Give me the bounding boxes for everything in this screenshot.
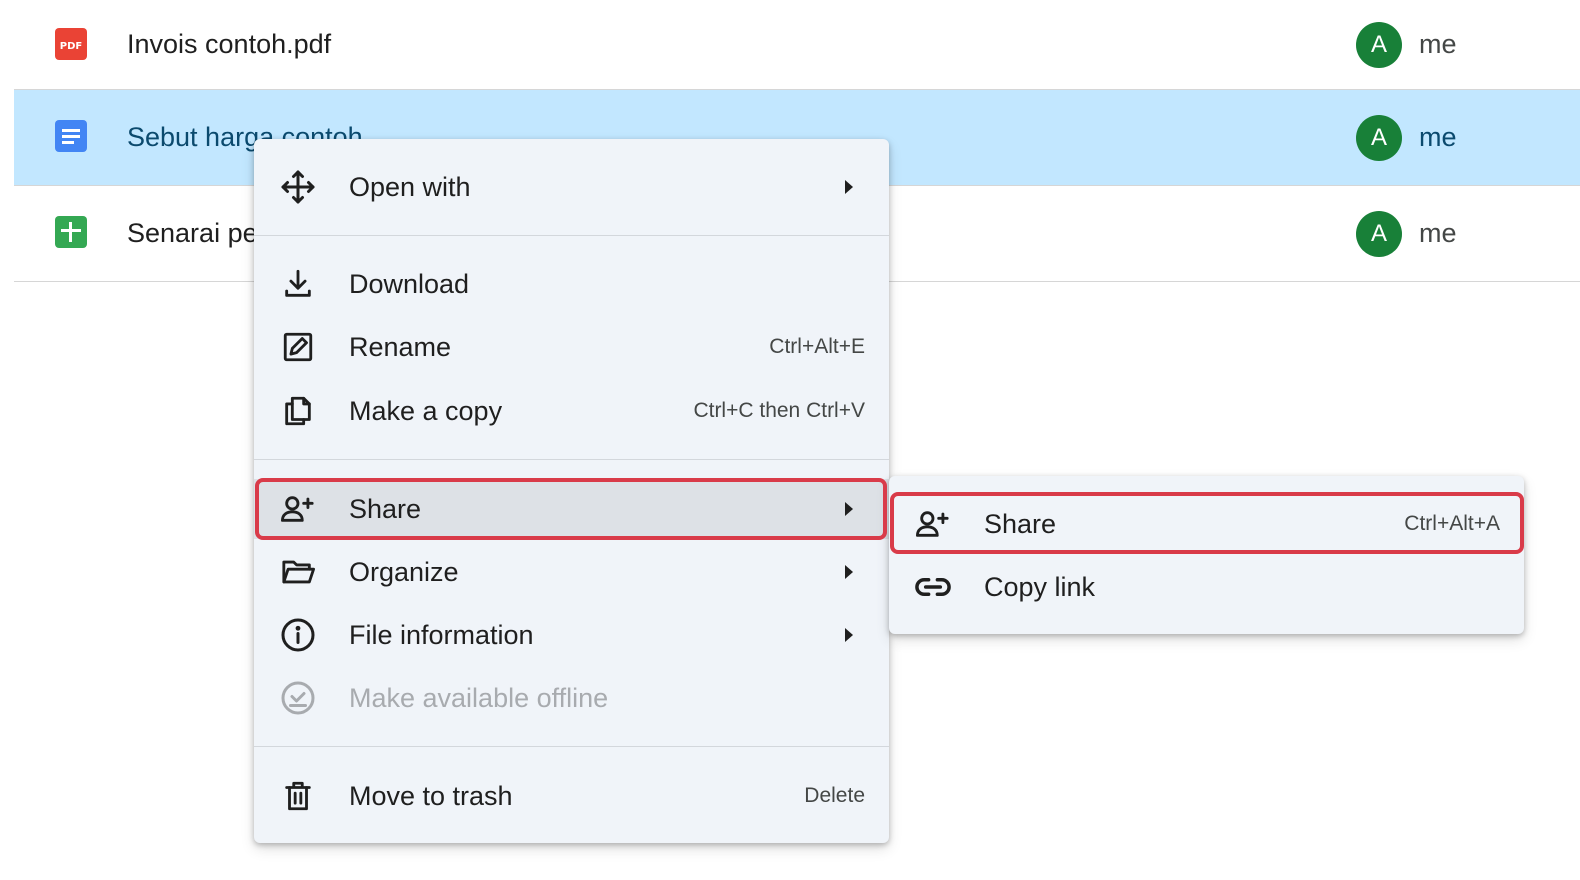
menu-item-open-with[interactable]: Open with xyxy=(254,157,889,217)
menu-item-label: Open with xyxy=(349,171,471,202)
shortcut-text: Ctrl+C then Ctrl+V xyxy=(693,399,865,422)
menu-item-label: Rename xyxy=(349,331,452,362)
menu-divider xyxy=(254,235,889,236)
menu-item-label: File information xyxy=(349,619,534,650)
info-icon xyxy=(278,615,318,655)
shortcut-text: Ctrl+Alt+A xyxy=(1404,512,1500,535)
menu-divider xyxy=(254,746,889,747)
submenu-item-copy-link[interactable]: Copy link xyxy=(889,557,1524,617)
menu-item-share[interactable]: Share xyxy=(254,479,889,539)
person-add-icon xyxy=(913,504,953,544)
offline-check-icon xyxy=(278,678,318,718)
context-menu: Open with Download Rename Ctrl+Alt+E Mak… xyxy=(254,139,889,843)
google-docs-icon xyxy=(54,119,88,153)
owner-label: me xyxy=(1419,29,1457,59)
menu-item-label: Share xyxy=(349,493,422,524)
google-sheets-icon xyxy=(54,215,88,249)
menu-item-label: Make available offline xyxy=(349,682,609,713)
chevron-right-icon xyxy=(845,628,853,642)
menu-item-label: Download xyxy=(349,268,470,299)
menu-item-label: Organize xyxy=(349,556,459,587)
submenu-item-label: Share xyxy=(984,508,1057,539)
move-arrows-icon xyxy=(278,167,318,207)
share-submenu: Share Ctrl+Alt+A Copy link xyxy=(889,476,1524,634)
rename-icon xyxy=(278,327,318,367)
submenu-item-label: Copy link xyxy=(984,571,1096,602)
menu-divider xyxy=(254,459,889,460)
copy-icon xyxy=(278,391,318,431)
menu-item-download[interactable]: Download xyxy=(254,254,889,314)
chevron-right-icon xyxy=(845,180,853,194)
owner-avatar: A xyxy=(1356,114,1402,161)
file-name[interactable]: Invois contoh.pdf xyxy=(127,29,331,60)
submenu-item-share[interactable]: Share Ctrl+Alt+A xyxy=(889,494,1524,554)
menu-item-label: Move to trash xyxy=(349,780,513,811)
owner-avatar: A xyxy=(1356,21,1402,68)
download-icon xyxy=(278,264,318,304)
chevron-right-icon xyxy=(845,565,853,579)
menu-item-file-information[interactable]: File information xyxy=(254,605,889,665)
menu-item-label: Make a copy xyxy=(349,395,503,426)
file-name[interactable]: Senarai pe xyxy=(127,218,258,249)
link-icon xyxy=(913,567,953,607)
pdf-icon: PDF xyxy=(54,27,88,61)
person-add-icon xyxy=(278,489,318,529)
shortcut-text: Ctrl+Alt+E xyxy=(769,335,865,358)
menu-item-make-available-offline: Make available offline xyxy=(254,668,889,728)
trash-icon xyxy=(278,776,318,816)
shortcut-text: Delete xyxy=(804,784,865,807)
chevron-right-icon xyxy=(845,502,853,516)
owner-label: me xyxy=(1419,122,1457,152)
svg-text:PDF: PDF xyxy=(60,41,82,52)
menu-item-make-a-copy[interactable]: Make a copy Ctrl+C then Ctrl+V xyxy=(254,381,889,441)
owner-label: me xyxy=(1419,218,1457,248)
menu-item-organize[interactable]: Organize xyxy=(254,542,889,602)
owner-avatar: A xyxy=(1356,210,1402,257)
file-row[interactable]: PDF Invois contoh.pdf A me xyxy=(14,0,1580,90)
menu-item-rename[interactable]: Rename Ctrl+Alt+E xyxy=(254,317,889,377)
menu-item-move-to-trash[interactable]: Move to trash Delete xyxy=(254,766,889,826)
folder-open-icon xyxy=(278,552,318,592)
